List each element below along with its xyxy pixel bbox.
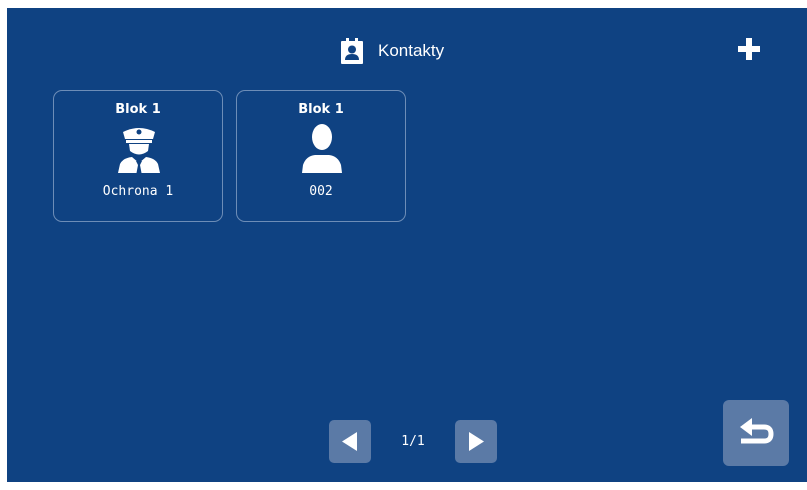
contact-group-label: Blok 1 bbox=[115, 102, 161, 117]
previous-page-button[interactable] bbox=[329, 420, 371, 463]
contacts-screen: Kontakty Blok 1 Ochrona 1 Blok 1 002 1/1 bbox=[7, 8, 807, 482]
contact-name: 002 bbox=[309, 184, 333, 199]
page-title-text: Kontakty bbox=[378, 41, 445, 60]
triangle-left-icon bbox=[342, 432, 357, 451]
contact-card-ochrona-1[interactable]: Blok 1 Ochrona 1 bbox=[53, 90, 223, 222]
back-button[interactable] bbox=[723, 400, 789, 466]
next-page-button[interactable] bbox=[455, 420, 497, 463]
contact-book-icon bbox=[341, 38, 363, 64]
triangle-right-icon bbox=[469, 432, 484, 451]
page-indicator: 1/1 bbox=[401, 434, 425, 449]
page-title: Kontakty bbox=[341, 38, 444, 64]
contact-name: Ochrona 1 bbox=[102, 184, 174, 199]
person-icon bbox=[302, 124, 342, 173]
contact-group-label: Blok 1 bbox=[298, 102, 344, 117]
security-guard-icon bbox=[118, 128, 160, 173]
add-contact-button[interactable] bbox=[736, 36, 762, 62]
contact-card-002[interactable]: Blok 1 002 bbox=[236, 90, 406, 222]
return-arrow-icon bbox=[740, 418, 774, 444]
plus-icon bbox=[738, 38, 760, 60]
